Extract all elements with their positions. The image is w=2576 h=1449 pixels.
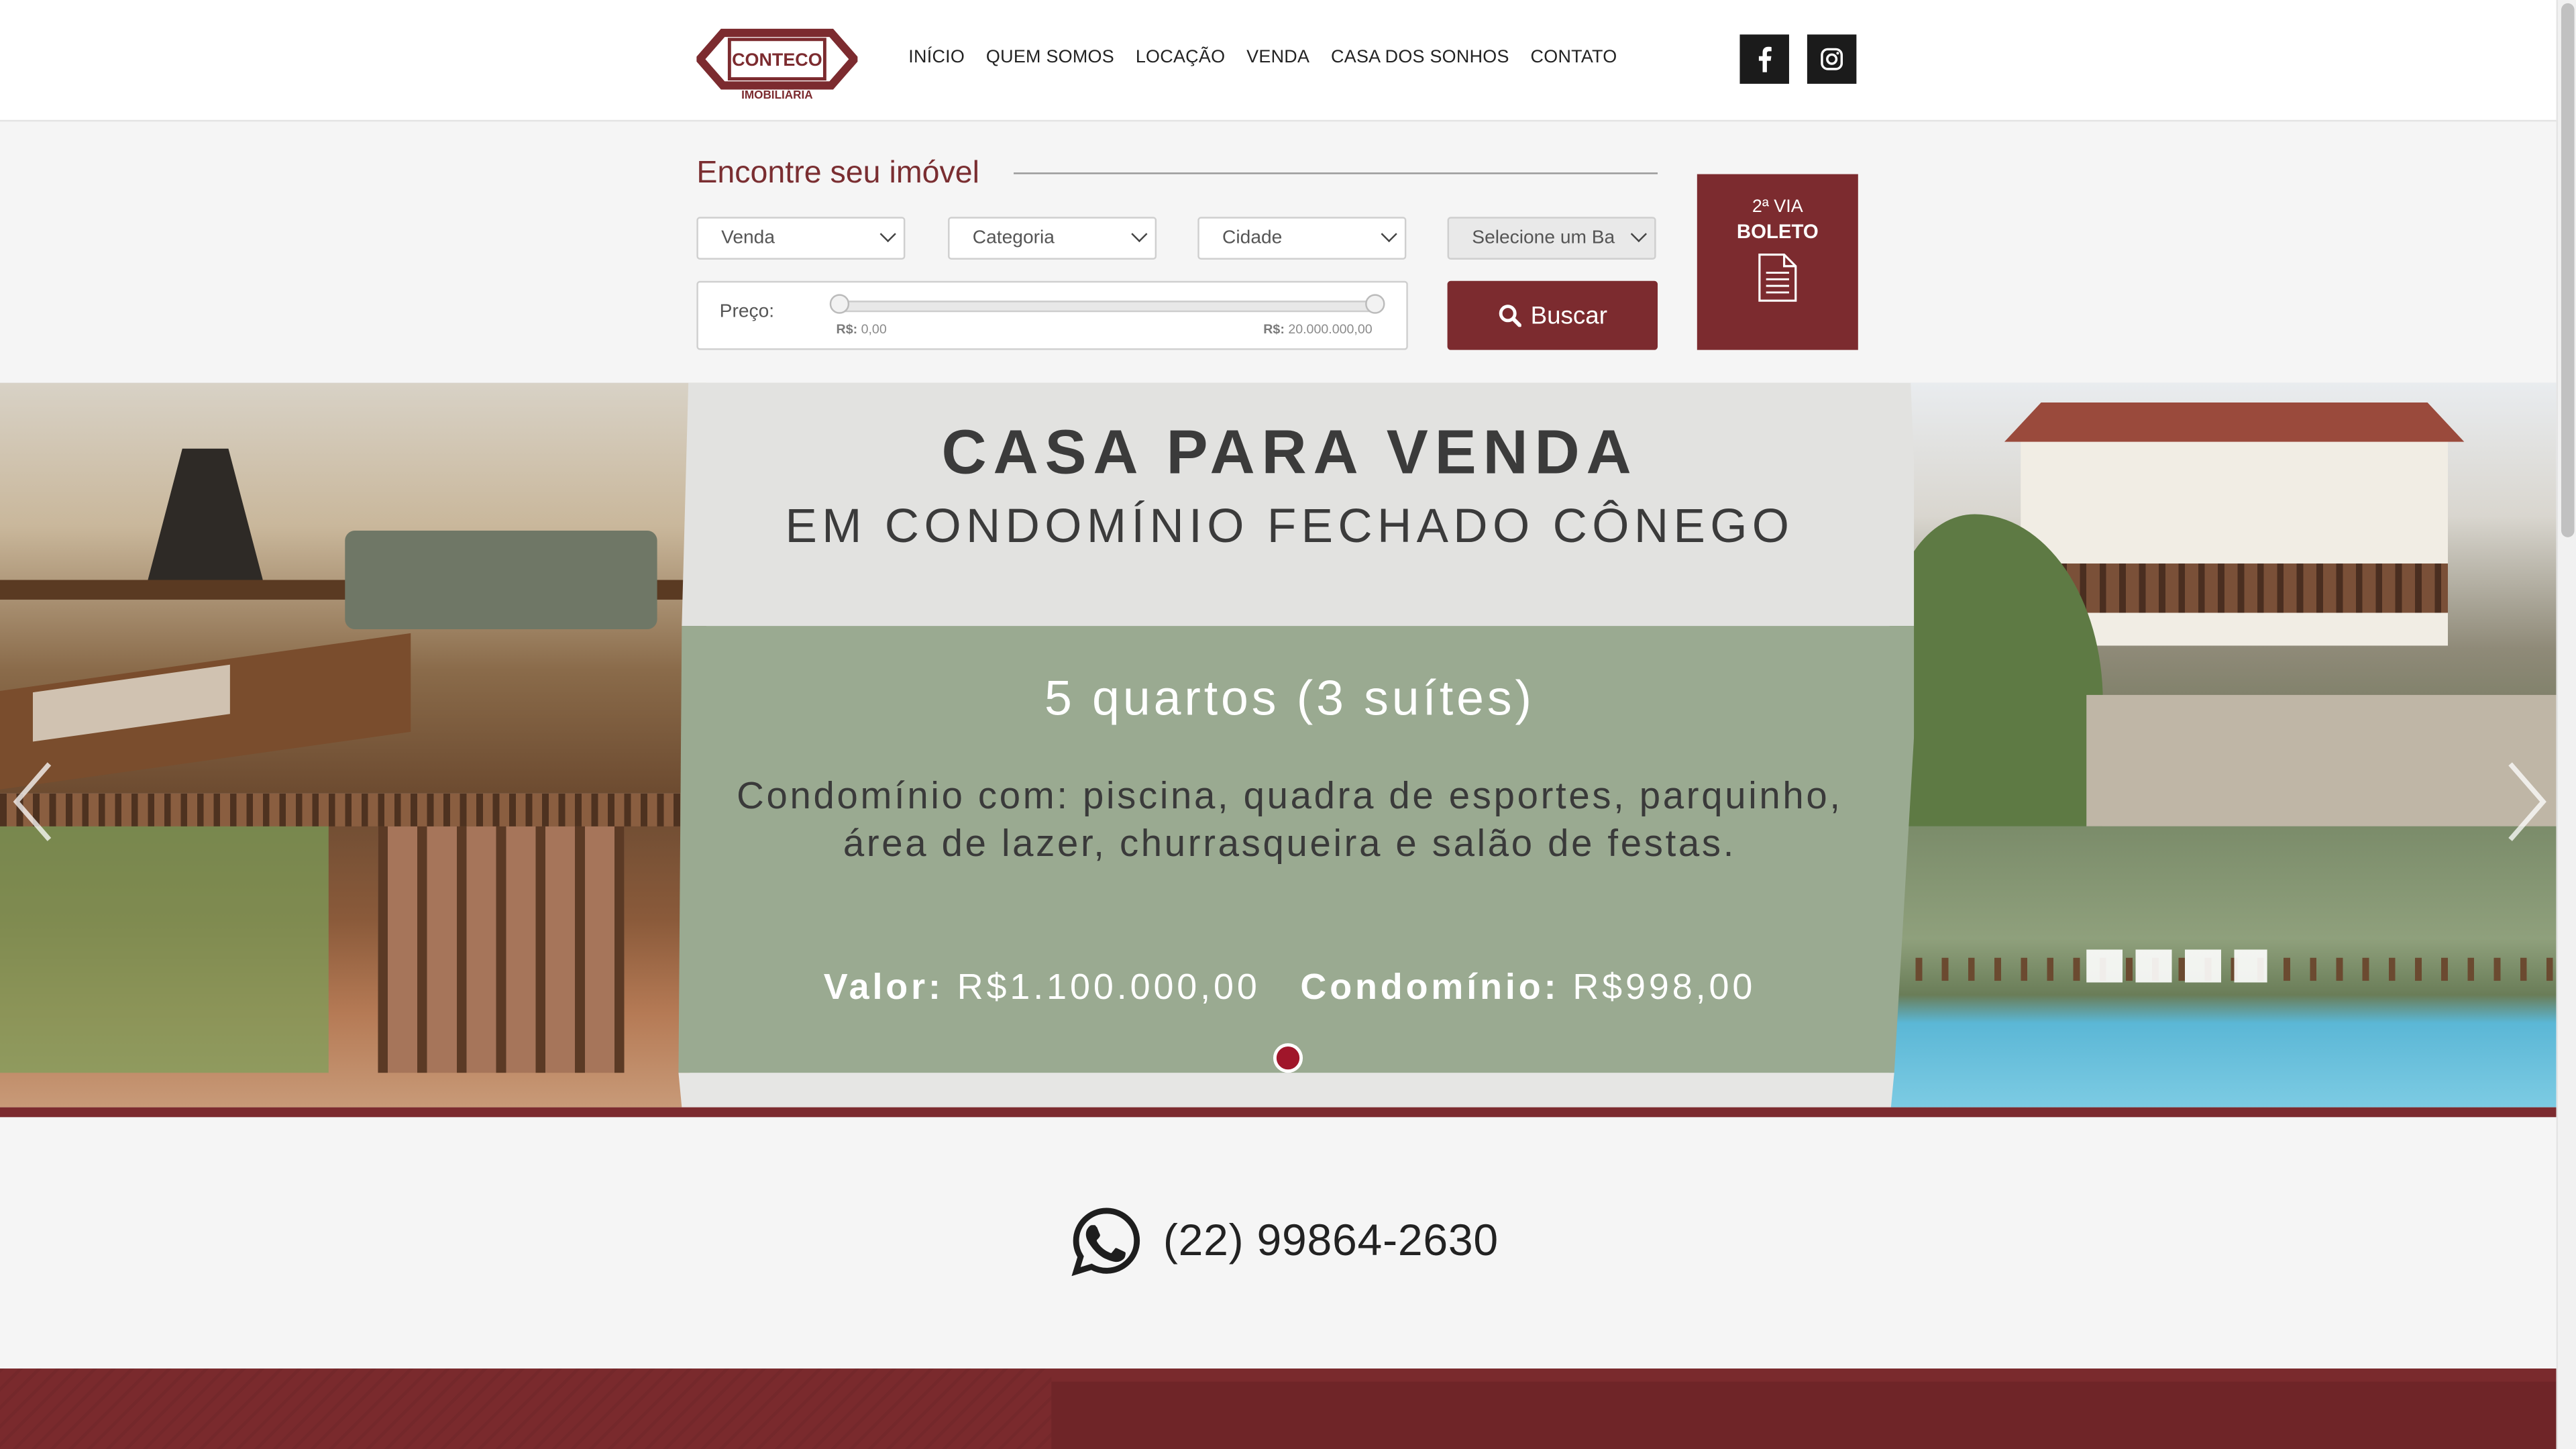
price-min-value: R$: 0,00 (837, 322, 887, 337)
banner-subtitle: EM CONDOMÍNIO FECHADO CÔNEGO (785, 500, 1794, 554)
chevron-down-icon (1381, 225, 1397, 243)
logo-text: CONTECO (732, 50, 822, 70)
instagram-button[interactable] (1807, 34, 1857, 84)
pool-photo (1889, 826, 2557, 1108)
nav-contato[interactable]: CONTATO (1531, 48, 1617, 67)
price-label: Preço: (719, 302, 775, 323)
boleto-top-label: 2ª VIA (1752, 197, 1803, 217)
price-slider-track[interactable] (836, 301, 1382, 313)
nav-venda[interactable]: VENDA (1246, 48, 1309, 67)
currency-label: R$: (836, 322, 858, 337)
select-city[interactable]: Cidade (1197, 217, 1407, 260)
logo-subtext: IMOBILIÁRIA (741, 88, 813, 101)
boleto-main-label: BOLETO (1736, 220, 1819, 244)
nav-locacao[interactable]: LOCAÇÃO (1136, 48, 1225, 67)
page-scrollbar[interactable] (2556, 0, 2576, 1449)
chevron-down-icon (879, 225, 896, 243)
banner-title: CASA PARA VENDA (941, 419, 1638, 488)
banner-price: Valor: R$1.100.000,00 Condomínio: R$998,… (665, 966, 1914, 1009)
condominio-amount: R$998,00 (1572, 966, 1756, 1008)
banner-rooms: 5 quartos (3 suítes) (1044, 672, 1535, 727)
prev-slide-arrow-icon[interactable] (10, 761, 59, 843)
select-neighborhood[interactable]: Selecione um Ba (1447, 217, 1656, 260)
facebook-icon (1758, 46, 1772, 72)
valor-amount: R$1.100.000,00 (957, 966, 1260, 1008)
price-min-amount: 0,00 (861, 322, 887, 337)
condominio-label: Condomínio: (1300, 966, 1560, 1008)
hero-banner[interactable]: CASA PARA VENDA EM CONDOMÍNIO FECHADO CÔ… (0, 382, 2557, 1108)
select-operation-value: Venda (721, 228, 775, 248)
search-icon (1498, 305, 1521, 327)
select-neighborhood-value: Selecione um Ba (1472, 228, 1615, 248)
select-category[interactable]: Categoria (948, 217, 1157, 260)
facebook-button[interactable] (1739, 34, 1789, 84)
nav-casa-dos-sonhos[interactable]: CASA DOS SONHOS (1331, 48, 1509, 67)
living-room-photo (0, 382, 707, 794)
chevron-down-icon (1630, 225, 1647, 243)
select-city-value: Cidade (1222, 228, 1283, 248)
document-icon (1758, 254, 1797, 302)
main-nav: INÍCIO QUEM SOMOS LOCAÇÃO VENDA CASA DOS… (908, 48, 1617, 67)
price-max-amount: 20.000.000,00 (1288, 322, 1373, 337)
chevron-down-icon (1131, 225, 1148, 243)
instagram-icon (1821, 48, 1843, 70)
price-min-handle[interactable] (829, 294, 850, 314)
footer-texture (0, 1368, 1052, 1449)
footer-banner (0, 1368, 2557, 1449)
price-max-handle[interactable] (1365, 294, 1385, 314)
nav-inicio[interactable]: INÍCIO (908, 48, 965, 67)
price-filter: Preço: R$: 0,00 R$: 20.000.000,00 (696, 280, 1408, 350)
whatsapp-number: (22) 99864-2630 (1163, 1216, 1499, 1265)
site-header: CONTECO IMOBILIÁRIA INÍCIO QUEM SOMOS LO… (0, 0, 2557, 122)
whatsapp-contact[interactable]: (22) 99864-2630 (1071, 1206, 1499, 1277)
search-button-label: Buscar (1530, 301, 1607, 330)
banner-description: Condomínio com: piscina, quadra de espor… (737, 773, 1843, 865)
search-title: Encontre seu imóvel (696, 156, 979, 191)
price-max-value: R$: 20.000.000,00 (1263, 322, 1372, 337)
select-operation[interactable]: Venda (696, 217, 906, 260)
conteco-logo[interactable]: CONTECO IMOBILIÁRIA (694, 19, 860, 101)
banner-panel: CASA PARA VENDA EM CONDOMÍNIO FECHADO CÔ… (665, 382, 1915, 1108)
nav-quem-somos[interactable]: QUEM SOMOS (986, 48, 1114, 67)
boleto-button[interactable]: 2ª VIA BOLETO (1697, 174, 1858, 350)
search-button[interactable]: Buscar (1447, 280, 1658, 350)
title-divider (1014, 172, 1658, 174)
footer-image (1051, 1381, 2557, 1449)
veranda-photo (0, 793, 690, 1108)
scrollbar-thumb[interactable] (2561, 3, 2575, 537)
whatsapp-icon (1071, 1208, 1140, 1277)
banner-divider (0, 1107, 2557, 1118)
house-photo (1889, 382, 2557, 826)
slide-indicator-dot[interactable] (1273, 1043, 1303, 1073)
select-category-value: Categoria (972, 228, 1055, 248)
next-slide-arrow-icon[interactable] (2500, 761, 2549, 843)
currency-label: R$: (1263, 322, 1285, 337)
valor-label: Valor: (823, 966, 944, 1008)
